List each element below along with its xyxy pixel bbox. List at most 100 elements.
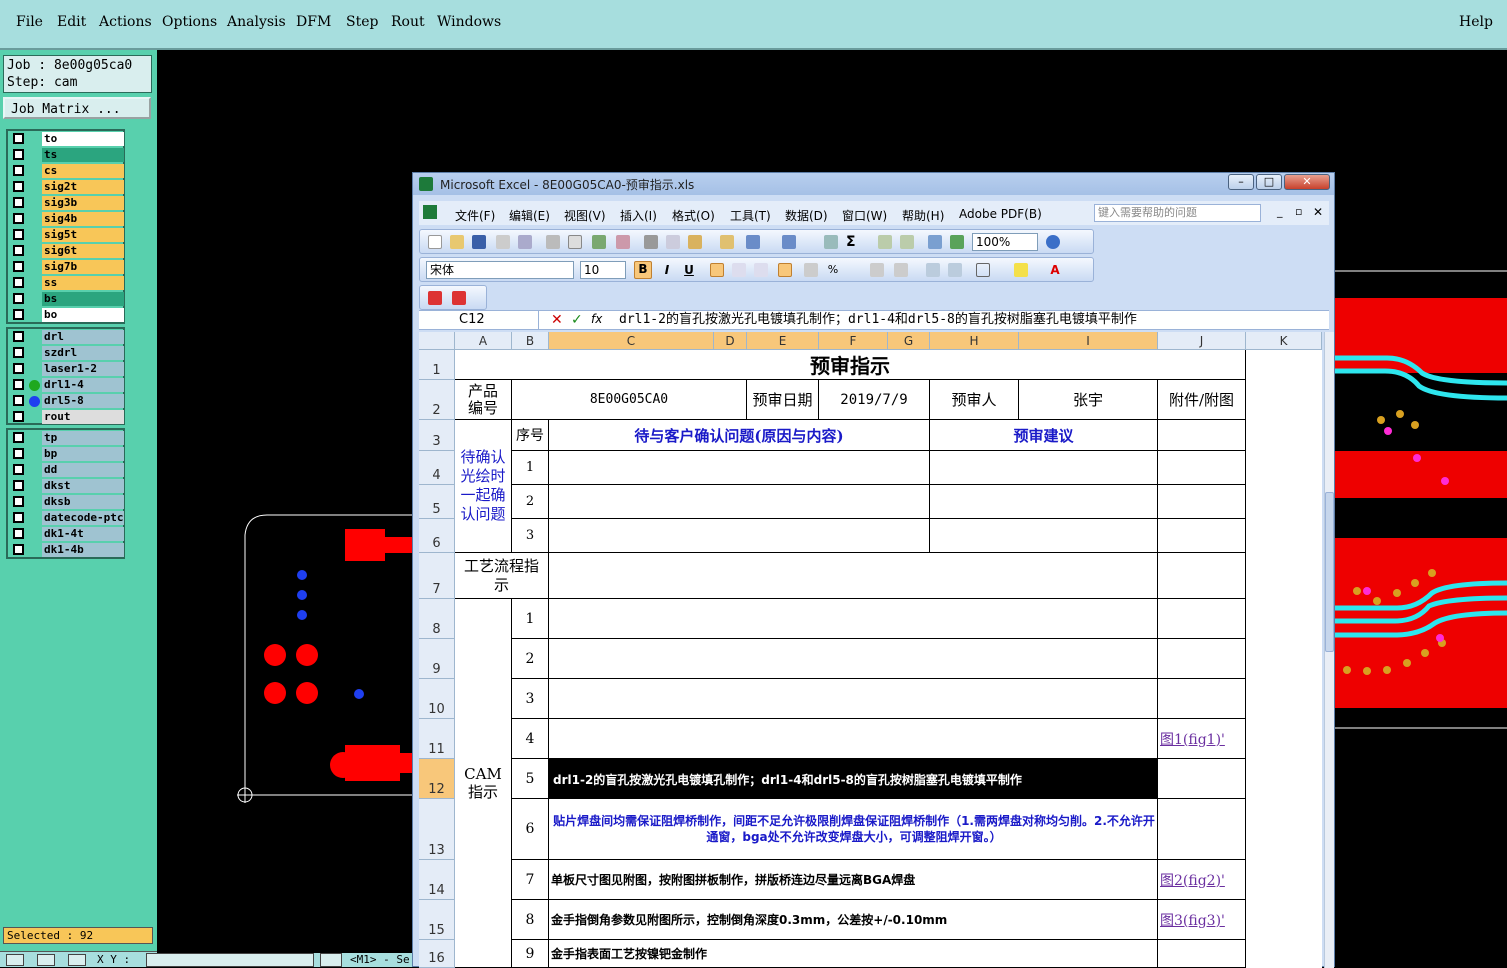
menu-help[interactable]: Help	[1459, 14, 1493, 30]
cam-item-cell[interactable]	[549, 719, 1158, 759]
row-header[interactable]: 4	[419, 451, 455, 485]
empty-cell[interactable]	[1158, 679, 1246, 719]
layer-checkbox[interactable]	[13, 309, 24, 320]
col-header-h[interactable]: H	[930, 332, 1019, 350]
row-header[interactable]: 10	[419, 679, 455, 719]
layer-row[interactable]: bo	[8, 307, 124, 323]
minimize-button[interactable]: –	[1228, 174, 1254, 190]
reviewer-label-cell[interactable]: 预审人	[930, 380, 1019, 420]
xl-menu-insert[interactable]: 插入(I)	[620, 207, 657, 224]
autosum-icon[interactable]: Σ	[846, 235, 860, 249]
email-icon[interactable]	[518, 235, 532, 249]
layer-name[interactable]: sig7b	[42, 260, 124, 274]
layer-name[interactable]: tp	[42, 431, 124, 445]
save-icon[interactable]	[472, 235, 486, 249]
layer-row[interactable]: dksb	[8, 494, 124, 510]
layer-row[interactable]: dk1-4b	[8, 542, 124, 558]
font-size-select[interactable]: 10	[580, 261, 626, 279]
permission-icon[interactable]	[496, 235, 510, 249]
font-color-icon[interactable]: A	[1048, 263, 1062, 277]
layer-checkbox[interactable]	[13, 464, 24, 475]
layer-name[interactable]: to	[42, 132, 124, 146]
row-header[interactable]: 13	[419, 799, 455, 860]
menu-edit[interactable]: Edit	[57, 14, 86, 30]
undo-icon[interactable]	[746, 235, 760, 249]
layer-checkbox[interactable]	[13, 512, 24, 523]
col-header-j[interactable]: J	[1158, 332, 1246, 350]
layer-row[interactable]: sig6t	[8, 243, 124, 259]
cam-num-cell[interactable]: 8	[512, 900, 549, 940]
spelling-icon[interactable]	[592, 235, 606, 249]
empty-cell[interactable]	[1158, 940, 1246, 968]
pointer-tool-icon[interactable]	[6, 954, 24, 966]
col-header-k[interactable]: K	[1246, 332, 1322, 350]
layer-checkbox[interactable]	[13, 293, 24, 304]
sheet-title-cell[interactable]: 预审指示	[455, 350, 1246, 380]
layer-checkbox[interactable]	[13, 229, 24, 240]
confirm-entry-icon[interactable]: ✓	[571, 312, 583, 328]
col-header-d[interactable]: D	[714, 332, 747, 350]
empty-cell[interactable]	[930, 451, 1158, 485]
excel-titlebar[interactable]: Microsoft Excel - 8E00G05CA0-预审指示.xls – …	[413, 173, 1334, 195]
xl-menu-edit[interactable]: 编辑(E)	[509, 207, 550, 224]
cam-num-cell[interactable]: 1	[512, 599, 549, 639]
active-cell-c12[interactable]: drl1-2的盲孔按激光孔电镀填孔制作；drl1-4和drl5-8的盲孔按树脂塞…	[549, 759, 1158, 799]
decrease-decimal-icon[interactable]	[894, 263, 908, 277]
layer-checkbox[interactable]	[13, 395, 24, 406]
cam-item-cell[interactable]: 金手指倒角参数见附图所示，控制倒角深度0.3mm，公差按+/-0.10mm	[549, 900, 1158, 940]
zoom-select[interactable]: 100%	[972, 233, 1038, 251]
layer-name[interactable]: szdrl	[42, 346, 124, 360]
layer-name[interactable]: datecode-ptc	[42, 511, 124, 525]
open-icon[interactable]	[450, 235, 464, 249]
product-no-cell[interactable]: 8E00G05CA0	[512, 380, 747, 420]
print-preview-icon[interactable]	[568, 235, 582, 249]
row-header[interactable]: 9	[419, 639, 455, 679]
row-header[interactable]: 15	[419, 900, 455, 940]
col-header-b[interactable]: B	[512, 332, 549, 350]
row-header[interactable]: 1	[419, 350, 455, 380]
col-header-i[interactable]: I	[1019, 332, 1158, 350]
row-header[interactable]: 6	[419, 519, 455, 553]
layer-name[interactable]: drl	[42, 330, 124, 344]
row-header[interactable]: 7	[419, 553, 455, 599]
empty-cell[interactable]	[1158, 420, 1246, 451]
review-date-cell[interactable]: 2019/7/9	[819, 380, 930, 420]
pending-label-cell[interactable]: 待确认光绘时一起确认问题	[455, 420, 512, 553]
col-header-e[interactable]: E	[747, 332, 819, 350]
empty-cell[interactable]	[930, 519, 1158, 553]
layer-row[interactable]: drl1-4	[8, 377, 124, 393]
layer-row[interactable]: tp	[8, 430, 124, 446]
cam-item-cell[interactable]	[549, 679, 1158, 719]
layer-name[interactable]: bs	[42, 292, 124, 306]
align-right-icon[interactable]	[754, 263, 768, 277]
italic-button[interactable]: I	[660, 263, 674, 277]
select-all-corner[interactable]	[419, 332, 455, 350]
empty-cell[interactable]	[1158, 485, 1246, 519]
empty-cell[interactable]	[549, 519, 930, 553]
help-icon[interactable]	[1046, 235, 1060, 249]
increase-indent-icon[interactable]	[948, 263, 962, 277]
issue-header-cell[interactable]: 待与客户确认问题(原因与内容)	[549, 420, 930, 451]
reviewer-cell[interactable]: 张宇	[1019, 380, 1158, 420]
doc-restore-icon[interactable]: ▫	[1295, 205, 1302, 218]
sort-desc-icon[interactable]	[900, 235, 914, 249]
attachment-link[interactable]: 图2(fig2)'	[1158, 860, 1246, 900]
layer-name[interactable]: dk1-4b	[42, 543, 124, 557]
layer-row[interactable]: szdrl	[8, 345, 124, 361]
formula-input[interactable]: drl1-2的盲孔按激光孔电镀填孔制作；drl1-4和drl5-8的盲孔按树脂塞…	[619, 311, 1137, 329]
layer-checkbox[interactable]	[13, 432, 24, 443]
cam-num-cell[interactable]: 5	[512, 759, 549, 799]
merge-center-icon[interactable]	[778, 263, 792, 277]
align-left-icon[interactable]	[710, 263, 724, 277]
layer-checkbox[interactable]	[13, 363, 24, 374]
layer-row[interactable]: dk1-4t	[8, 526, 124, 542]
layer-row[interactable]: drl5-8	[8, 393, 124, 409]
menu-file[interactable]: File	[16, 14, 43, 30]
seq-label-cell[interactable]: 序号	[512, 420, 549, 451]
attachment-link[interactable]: 图3(fig3)'	[1158, 900, 1246, 940]
layer-checkbox[interactable]	[13, 331, 24, 342]
col-header-a[interactable]: A	[455, 332, 512, 350]
cam-item-cell[interactable]: 单板尺寸图见附图，按附图拼板制作，拼版桥连边尽量远离BGA焊盘	[549, 860, 1158, 900]
align-center-icon[interactable]	[732, 263, 746, 277]
layer-row[interactable]: to	[8, 131, 124, 147]
